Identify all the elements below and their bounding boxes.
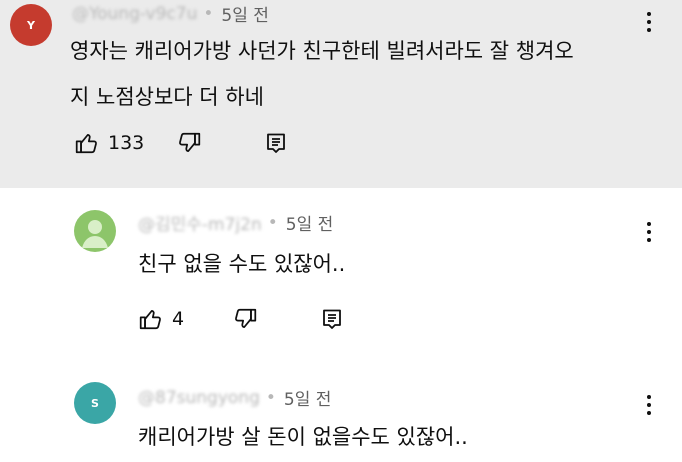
separator-dot: • [265,387,276,408]
like-count: 133 [108,132,145,154]
timestamp[interactable]: 5일 전 [286,210,334,235]
more-vert-icon[interactable] [641,222,657,242]
separator-dot: • [267,212,278,233]
avatar[interactable]: Y [10,4,52,46]
like-button[interactable] [74,130,100,156]
dislike-button[interactable] [176,130,202,156]
separator-dot: • [203,3,214,24]
reply-icon [267,133,286,153]
thumbs-down-icon [179,132,201,152]
comment-actions: 133 [74,130,288,156]
reply-button[interactable] [320,307,344,331]
reply-button[interactable] [264,131,288,155]
dislike-button[interactable] [232,306,258,332]
avatar[interactable] [74,210,116,252]
avatar-letter: Y [27,18,35,32]
comment-text: 친구 없을 수도 있잖어.. [138,252,346,276]
comment-meta: @김민수-m7j2n • 5일 전 [138,210,334,236]
comment-text: 캐리어가방 살 돈이 없을수도 있잖어.. [138,425,468,449]
avatar-letter: S [91,396,99,410]
comment-text: 영자는 캐리어가방 사던가 친구한테 빌려서라도 잘 챙겨오 지 노점상보다 더… [70,39,574,109]
thumbs-up-icon [139,310,161,330]
thumbs-up-icon [75,134,97,154]
more-vert-icon[interactable] [641,12,657,32]
like-count: 4 [172,308,185,330]
comment-3: S @87sungyong • 5일 전 캐리어가방 살 돈이 없을수도 있잖어… [0,358,682,462]
default-avatar-icon [82,220,108,248]
author-handle[interactable]: @87sungyong [138,388,260,408]
like-button[interactable] [138,306,164,332]
timestamp[interactable]: 5일 전 [221,1,269,26]
comment-1: Y @Young-v9c7u • 5일 전 영자는 캐리어가방 사던가 친구한테… [0,0,682,188]
comment-actions: 4 [138,306,344,332]
comment-2: @김민수-m7j2n • 5일 전 친구 없을 수도 있잖어.. 4 [0,188,682,358]
thumbs-down-icon [235,308,257,328]
author-handle[interactable]: @김민수-m7j2n [138,210,262,235]
timestamp[interactable]: 5일 전 [284,385,332,410]
more-vert-icon[interactable] [641,395,657,415]
comment-meta: @87sungyong • 5일 전 [138,385,332,411]
comment-meta: @Young-v9c7u • 5일 전 [72,1,269,27]
reply-icon [323,309,341,329]
author-handle[interactable]: @Young-v9c7u [72,4,197,24]
avatar[interactable]: S [74,382,116,424]
